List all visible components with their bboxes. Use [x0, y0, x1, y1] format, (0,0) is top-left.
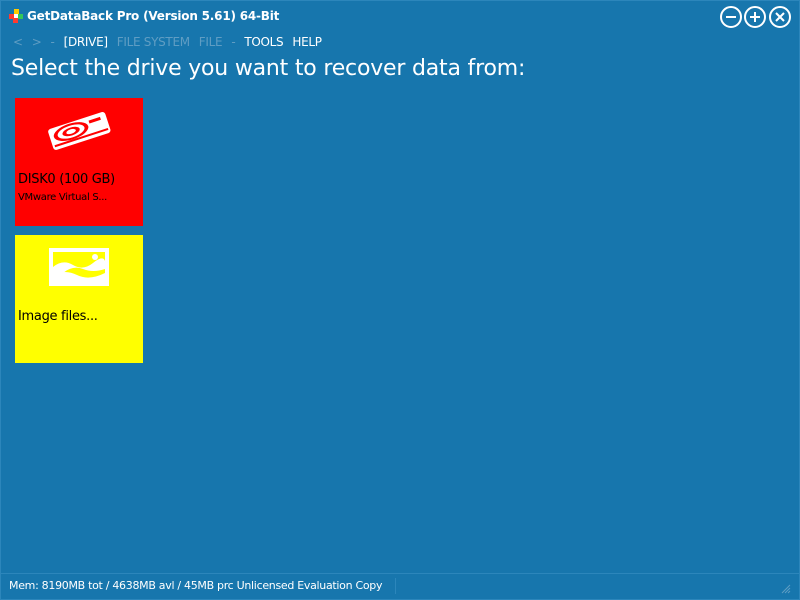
close-button[interactable] — [769, 6, 791, 28]
app-window: GetDataBack Pro (Version 5.61) 64-Bit < … — [0, 0, 800, 600]
menu-file[interactable]: FILE — [199, 35, 223, 49]
menu-tools[interactable]: TOOLS — [244, 35, 283, 49]
image-files-label: Image files... — [18, 309, 98, 324]
menu-file-system[interactable]: FILE SYSTEM — [117, 35, 190, 49]
maximize-button[interactable] — [744, 6, 766, 28]
resize-grip-icon[interactable] — [779, 582, 791, 594]
menu-back[interactable]: < — [13, 35, 23, 49]
hard-disk-icon — [48, 111, 111, 150]
menu-separator: - — [231, 35, 236, 49]
menu-bar: < > - [DRIVE] FILE SYSTEM FILE - TOOLS H… — [13, 34, 331, 50]
close-icon — [775, 12, 785, 22]
title-bar[interactable]: GetDataBack Pro (Version 5.61) 64-Bit — [1, 1, 799, 31]
app-logo-icon — [9, 9, 23, 23]
page-title: Select the drive you want to recover dat… — [11, 56, 526, 81]
window-title: GetDataBack Pro (Version 5.61) 64-Bit — [27, 9, 280, 23]
drive-label: DISK0 (100 GB) — [18, 172, 115, 187]
status-memory-text: Mem: 8190MB tot / 4638MB avl / 45MB prc … — [9, 579, 383, 592]
menu-drive[interactable]: [DRIVE] — [64, 35, 108, 49]
status-bar: Mem: 8190MB tot / 4638MB avl / 45MB prc … — [1, 573, 799, 599]
drive-tile-disk0[interactable]: DISK0 (100 GB) VMware Virtual S... — [15, 98, 143, 226]
maximize-icon — [750, 12, 760, 22]
minimize-button[interactable] — [720, 6, 742, 28]
minimize-icon — [726, 16, 736, 18]
drive-model: VMware Virtual S... — [18, 192, 108, 203]
image-file-icon — [49, 248, 109, 286]
image-files-tile[interactable]: Image files... — [15, 235, 143, 363]
menu-separator: - — [50, 35, 55, 49]
status-divider — [395, 578, 396, 594]
menu-help[interactable]: HELP — [292, 35, 322, 49]
menu-forward[interactable]: > — [32, 35, 42, 49]
